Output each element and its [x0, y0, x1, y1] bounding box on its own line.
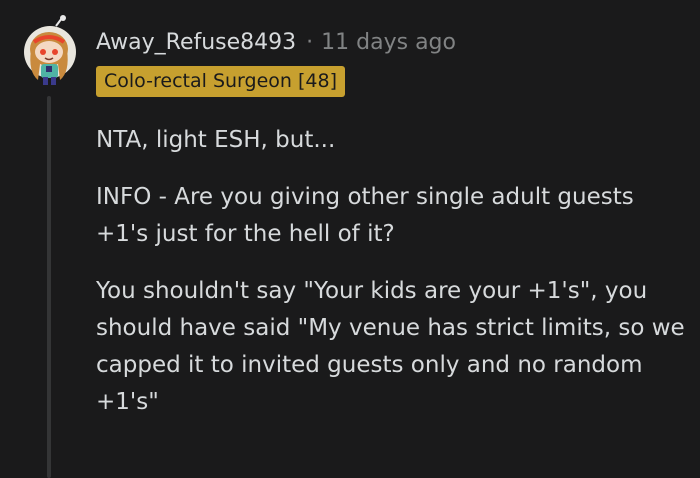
user-flair-badge: Colo-rectal Surgeon [48] [96, 66, 345, 97]
avatar-icon[interactable] [22, 14, 78, 90]
comment-paragraph-2: INFO - Are you giving other single adult… [96, 184, 634, 247]
author-username[interactable]: Away_Refuse8493 [96, 30, 296, 55]
comment-paragraph-1: NTA, light ESH, but... [96, 127, 336, 153]
comment-body: NTA, light ESH, but... INFO - Are you gi… [96, 122, 686, 441]
thread-collapse-line[interactable] [47, 96, 51, 478]
comment-timestamp[interactable]: 11 days ago [321, 30, 456, 55]
comment-paragraph-3: You shouldn't say "Your kids are your +1… [96, 278, 685, 415]
meta-separator: · [306, 29, 314, 55]
comment-meta: Away_Refuse8493 · 11 days ago [96, 27, 456, 57]
comment-container: Away_Refuse8493 · 11 days ago Colo-recta… [0, 0, 700, 478]
